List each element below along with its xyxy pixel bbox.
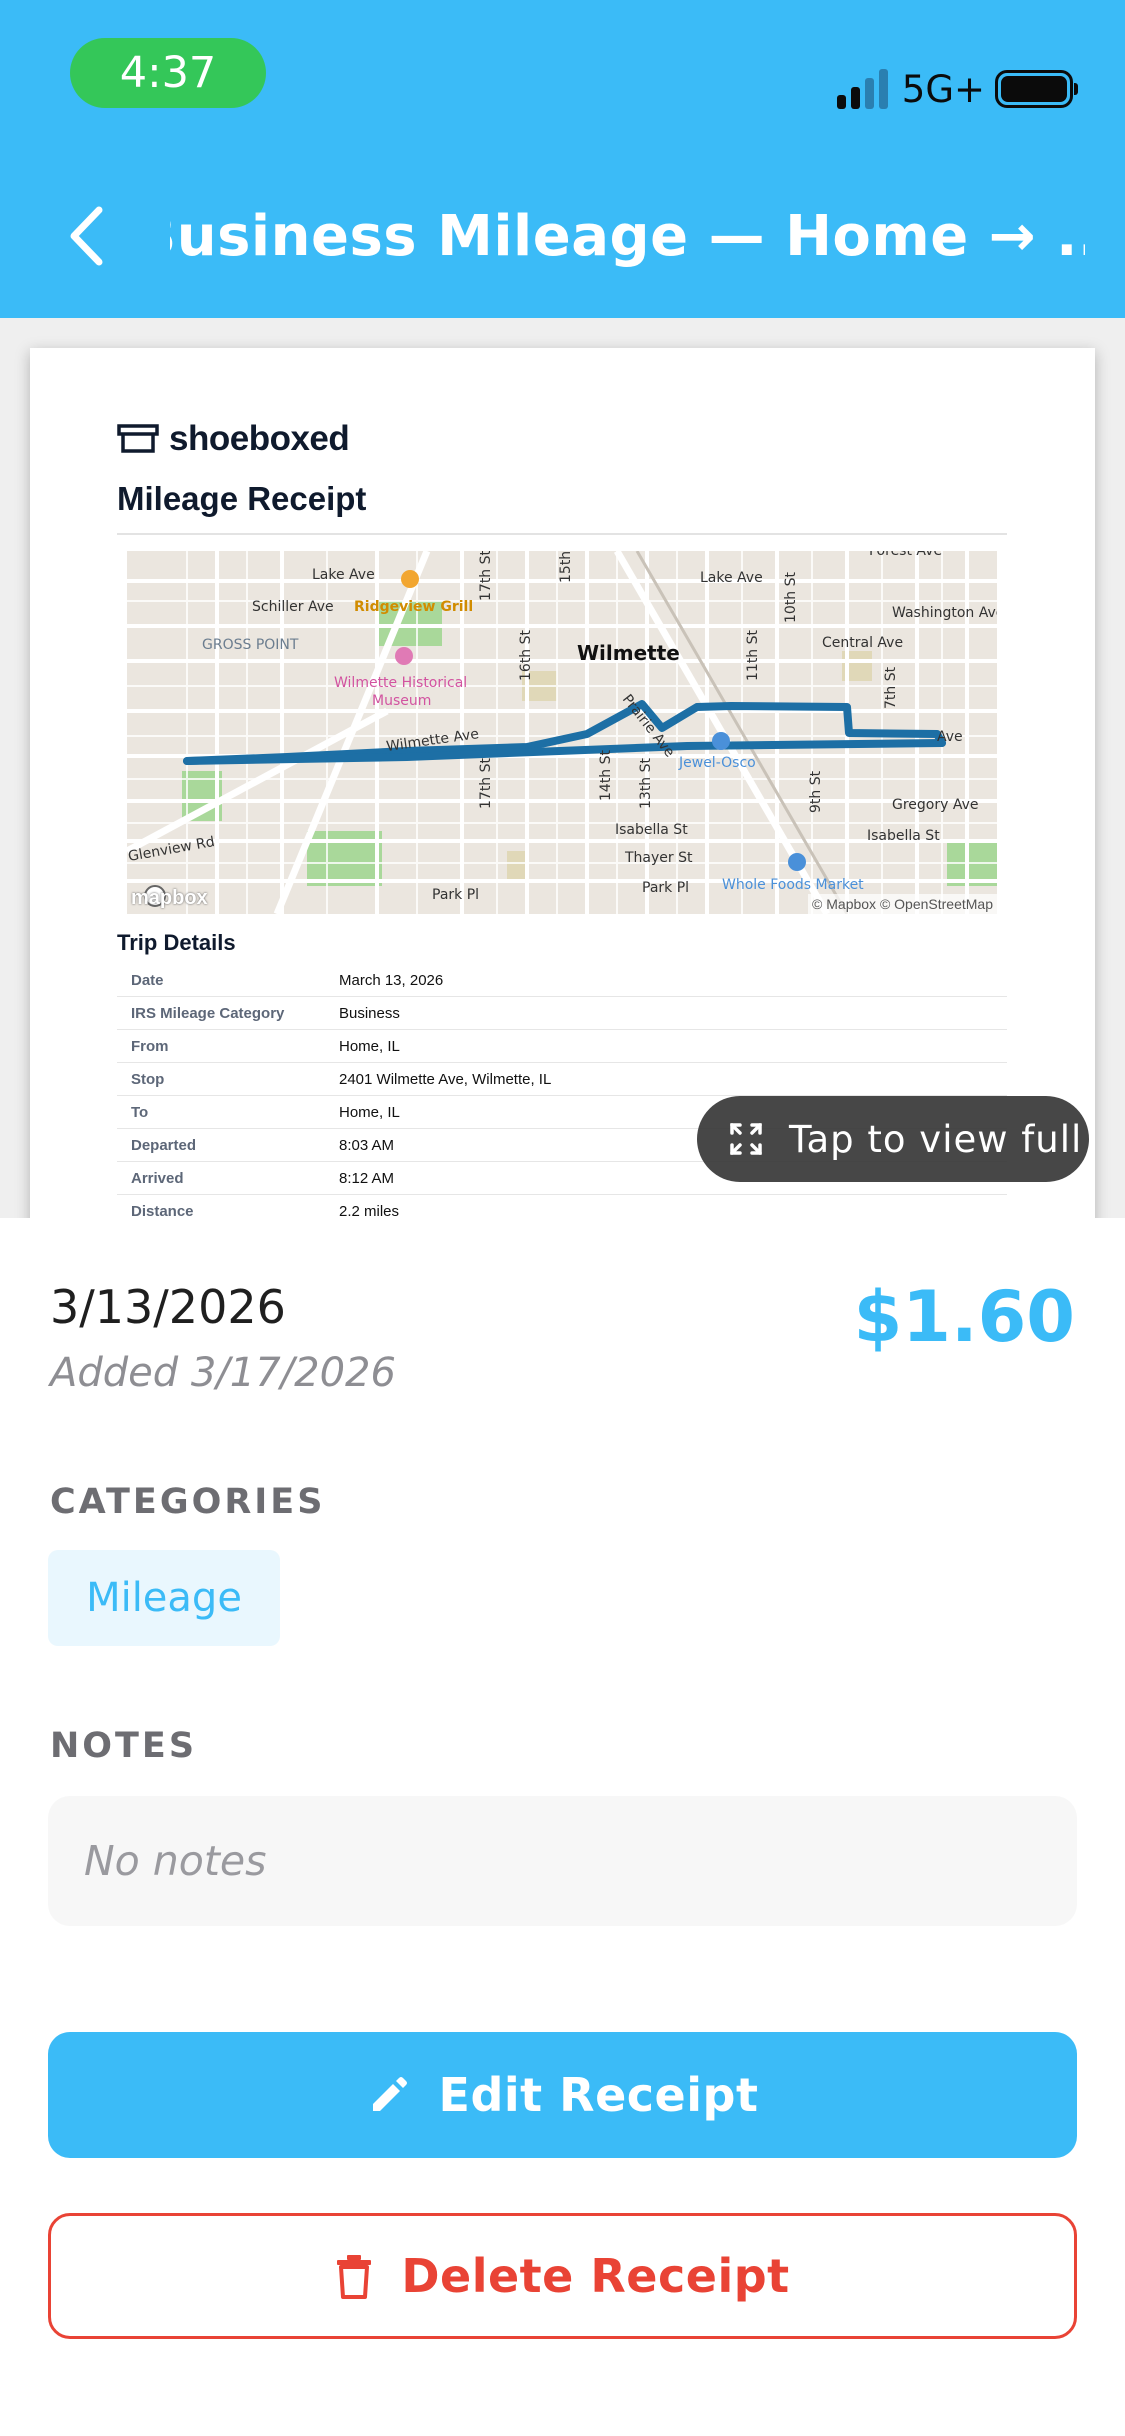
row-value: March 13, 2026 <box>339 971 444 989</box>
svg-text:Thayer St: Thayer St <box>624 850 693 866</box>
svg-text:Schiller Ave: Schiller Ave <box>252 599 334 615</box>
svg-text:GROSS POINT: GROSS POINT <box>202 637 299 653</box>
edit-receipt-label: Edit Receipt <box>438 2068 759 2122</box>
box-icon <box>117 424 159 453</box>
table-row: Stop 2401 Wilmette Ave, Wilmette, IL <box>117 1063 1007 1096</box>
svg-text:17th St: 17th St <box>478 551 494 601</box>
notes-field[interactable]: No notes <box>48 1796 1077 1926</box>
receipt-detail-screen: 4:37 5G+ Business Mileage — Home → ... s… <box>0 0 1125 2436</box>
receipt-date: 3/13/2026 <box>50 1280 286 1334</box>
back-button[interactable] <box>56 196 116 276</box>
route-map: Forest Ave Lake Ave Lake Ave Schiller Av… <box>127 551 997 914</box>
trash-icon <box>337 2255 372 2299</box>
svg-text:Washington Ave: Washington Ave <box>892 605 997 621</box>
map-graphic: Forest Ave Lake Ave Lake Ave Schiller Av… <box>127 551 997 914</box>
edit-receipt-button[interactable]: Edit Receipt <box>48 2032 1077 2158</box>
row-label: Distance <box>131 1202 194 1219</box>
table-row: Date March 13, 2026 <box>117 964 1007 997</box>
svg-text:Ave: Ave <box>937 729 963 745</box>
receipt-amount: $1.60 <box>853 1276 1075 1358</box>
row-label: Departed <box>131 1136 197 1154</box>
row-value: Home, IL <box>339 1103 400 1121</box>
row-label: Stop <box>131 1070 165 1088</box>
receipt-details: 3/13/2026 Added 3/17/2026 $1.60 CATEGORI… <box>0 1218 1125 2436</box>
svg-text:Central Ave: Central Ave <box>822 635 903 651</box>
view-full-label: Tap to view full <box>789 1117 1083 1161</box>
svg-text:Ridgeview Grill: Ridgeview Grill <box>354 599 473 615</box>
row-label: From <box>131 1037 169 1055</box>
svg-text:Isabella St: Isabella St <box>615 822 688 838</box>
row-value: 8:12 AM <box>339 1169 395 1187</box>
categories-label: CATEGORIES <box>50 1482 326 1522</box>
cellular-signal-icon <box>836 69 888 109</box>
svg-text:10th St: 10th St <box>783 571 799 623</box>
network-type: 5G+ <box>901 67 985 111</box>
svg-text:15th: 15th <box>558 551 574 583</box>
trip-details-heading: Trip Details <box>117 930 236 955</box>
map-attribution: © Mapbox © OpenStreetMap <box>808 894 997 914</box>
delete-receipt-label: Delete Receipt <box>401 2249 790 2303</box>
svg-text:13th St: 13th St <box>638 757 654 809</box>
svg-text:Forest Ave: Forest Ave <box>869 551 942 559</box>
pencil-icon <box>372 2077 407 2111</box>
svg-text:Park Pl: Park Pl <box>432 887 479 903</box>
delete-receipt-button[interactable]: Delete Receipt <box>48 2213 1077 2339</box>
expand-icon <box>730 1123 762 1155</box>
row-value: Business <box>339 1004 400 1022</box>
view-full-button[interactable]: Tap to view full <box>697 1096 1089 1182</box>
svg-text:Wilmette Historical: Wilmette Historical <box>334 675 467 691</box>
svg-text:Isabella St: Isabella St <box>867 828 940 844</box>
svg-text:9th St: 9th St <box>808 770 824 813</box>
row-label: Arrived <box>131 1169 184 1187</box>
row-label: IRS Mileage Category <box>131 1004 285 1022</box>
svg-text:Park Pl: Park Pl <box>642 880 689 896</box>
status-indicators: 5G+ <box>836 62 1078 116</box>
mapbox-logo-text: mapbox <box>131 887 208 909</box>
receipt-preview[interactable]: shoeboxed Mileage Receipt Forest Ave Lak… <box>0 318 1125 1218</box>
brand-name: shoeboxed <box>169 419 350 458</box>
svg-text:Jewel-Osco: Jewel-Osco <box>678 755 756 771</box>
svg-text:Lake Ave: Lake Ave <box>312 567 375 583</box>
table-row: Distance 2.2 miles <box>117 1195 1007 1219</box>
svg-text:11th St: 11th St <box>745 629 761 681</box>
svg-text:Whole Foods Market: Whole Foods Market <box>722 877 864 893</box>
row-value: 2401 Wilmette Ave, Wilmette, IL <box>339 1070 552 1088</box>
svg-text:Wilmette: Wilmette <box>577 641 680 665</box>
svg-text:Lake Ave: Lake Ave <box>700 570 763 586</box>
svg-text:16th St: 16th St <box>518 629 534 681</box>
battery-icon <box>995 70 1078 108</box>
notes-label: NOTES <box>50 1726 198 1766</box>
row-label: To <box>131 1103 149 1121</box>
added-date: Added 3/17/2026 <box>50 1350 396 1396</box>
category-chip-mileage[interactable]: Mileage <box>48 1550 280 1646</box>
row-value: Home, IL <box>339 1037 400 1055</box>
svg-text:7th St: 7th St <box>883 666 899 709</box>
divider <box>117 533 1007 535</box>
row-label: Date <box>131 971 164 989</box>
table-row: IRS Mileage Category Business <box>117 997 1007 1030</box>
table-row: From Home, IL <box>117 1030 1007 1063</box>
svg-text:Gregory Ave: Gregory Ave <box>892 797 979 813</box>
svg-text:17th St: 17th St <box>478 757 494 809</box>
svg-text:Museum: Museum <box>372 693 431 709</box>
top-bar: 4:37 5G+ Business Mileage — Home → ... <box>0 0 1125 318</box>
row-value: 8:03 AM <box>339 1136 395 1154</box>
receipt-document: shoeboxed Mileage Receipt Forest Ave Lak… <box>30 348 1095 1218</box>
mapbox-logo: mapbox <box>131 887 208 910</box>
page-title: Business Mileage — Home → ... <box>170 203 1085 269</box>
row-value: 2.2 miles <box>339 1202 400 1219</box>
status-time: 4:37 <box>70 38 266 108</box>
document-title: Mileage Receipt <box>117 480 367 517</box>
svg-text:14th St: 14th St <box>598 749 614 801</box>
chevron-left-icon <box>70 206 103 266</box>
brand-logo: shoeboxed <box>117 418 350 460</box>
